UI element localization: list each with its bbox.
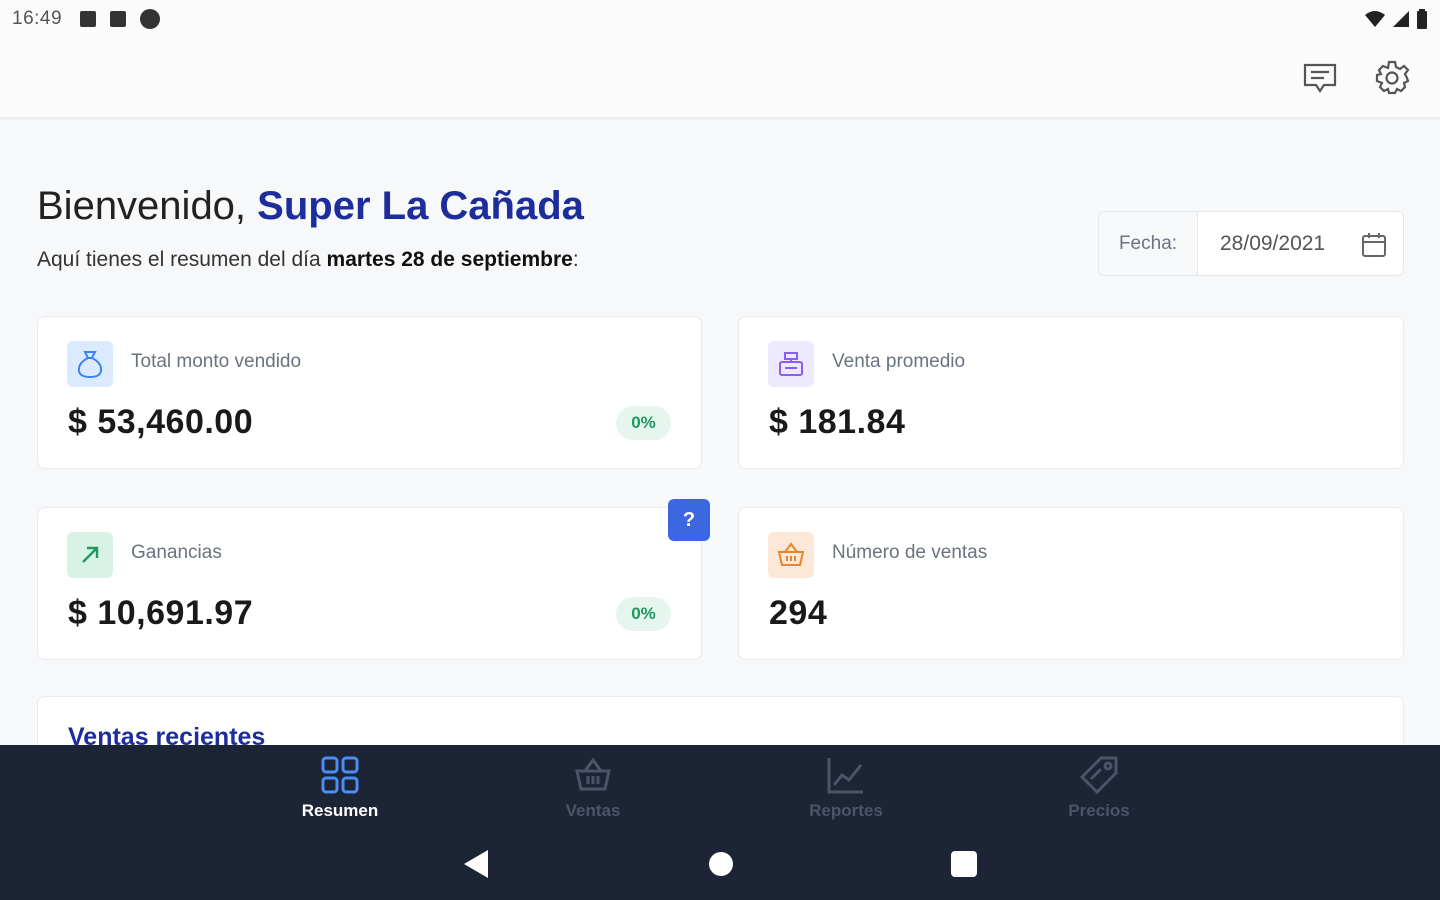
- subtitle-date: martes 28 de septiembre: [326, 248, 573, 271]
- total-sales-card: Total monto vendido $ 53,460.00 0%: [37, 316, 702, 469]
- welcome-prefix: Bienvenido,: [37, 184, 258, 228]
- notification-icons: [80, 9, 161, 29]
- total-sales-value: $ 53,460.00: [68, 403, 254, 441]
- tag-icon: [1079, 756, 1118, 795]
- feedback-button[interactable]: [1300, 58, 1340, 98]
- cash-register-icon: [768, 341, 814, 387]
- home-icon[interactable]: [707, 848, 735, 880]
- trend-up-icon: [67, 532, 113, 578]
- profit-title: Ganancias: [131, 542, 222, 563]
- calendar-icon[interactable]: [1361, 232, 1387, 258]
- gear-icon: [1375, 60, 1410, 95]
- welcome-heading: Bienvenido, Super La Cañada: [37, 184, 584, 229]
- battery-icon: [1417, 9, 1427, 29]
- date-label: Fecha:: [1099, 212, 1198, 275]
- status-time: 16:49: [12, 8, 63, 29]
- nav-label-reportes: Reportes: [809, 801, 883, 820]
- signal-icon: [1393, 11, 1409, 27]
- nav-item-precios[interactable]: Precios: [1029, 755, 1169, 821]
- top-app-bar: [0, 38, 1440, 120]
- subtitle-prefix: Aquí tienes el resumen del día: [37, 248, 327, 271]
- sales-count-title: Número de ventas: [832, 542, 988, 563]
- basket-icon: [575, 757, 611, 791]
- sd-card-icon: [110, 11, 127, 27]
- store-name: Super La Cañada: [257, 184, 584, 228]
- message-icon: [1303, 63, 1337, 93]
- total-sales-title: Total monto vendido: [131, 351, 302, 372]
- nav-label-ventas: Ventas: [565, 801, 621, 820]
- settings-button[interactable]: [1372, 58, 1412, 98]
- summary-subtitle: Aquí tienes el resumen del día martes 28…: [37, 248, 579, 272]
- nav-label-precios: Precios: [1068, 801, 1130, 820]
- nav-item-resumen[interactable]: Resumen: [270, 755, 410, 821]
- sales-count-value: 294: [769, 594, 828, 632]
- date-picker[interactable]: Fecha: 28/09/2021: [1098, 211, 1404, 276]
- average-sale-card: Venta promedio $ 181.84: [738, 316, 1404, 469]
- notification-icon: [80, 11, 97, 27]
- nav-item-ventas[interactable]: Ventas: [523, 755, 663, 821]
- profit-change-badge: 0%: [616, 597, 671, 631]
- nav-label-resumen: Resumen: [301, 801, 379, 820]
- average-sale-title: Venta promedio: [832, 351, 966, 372]
- money-bag-icon: [67, 341, 113, 387]
- app-notification-icon: [140, 9, 161, 29]
- status-bar: 16:49: [0, 0, 1440, 38]
- profit-value: $ 10,691.97: [68, 594, 254, 632]
- recents-icon[interactable]: [950, 848, 978, 880]
- sales-count-card: Número de ventas 294: [738, 507, 1404, 660]
- subtitle-suffix: :: [572, 248, 579, 271]
- system-status-icons: [1364, 9, 1428, 29]
- wifi-icon: [1365, 11, 1385, 27]
- nav-item-reportes[interactable]: Reportes: [776, 755, 916, 821]
- profit-help-button[interactable]: ?: [668, 499, 710, 541]
- average-sale-value: $ 181.84: [769, 403, 906, 441]
- profit-card: Ganancias $ 10,691.97 0%: [37, 507, 702, 660]
- total-sales-change-badge: 0%: [616, 406, 671, 440]
- back-icon[interactable]: [462, 848, 490, 880]
- chart-icon: [827, 758, 863, 794]
- dashboard-icon: [321, 756, 359, 794]
- basket-icon: [768, 532, 814, 578]
